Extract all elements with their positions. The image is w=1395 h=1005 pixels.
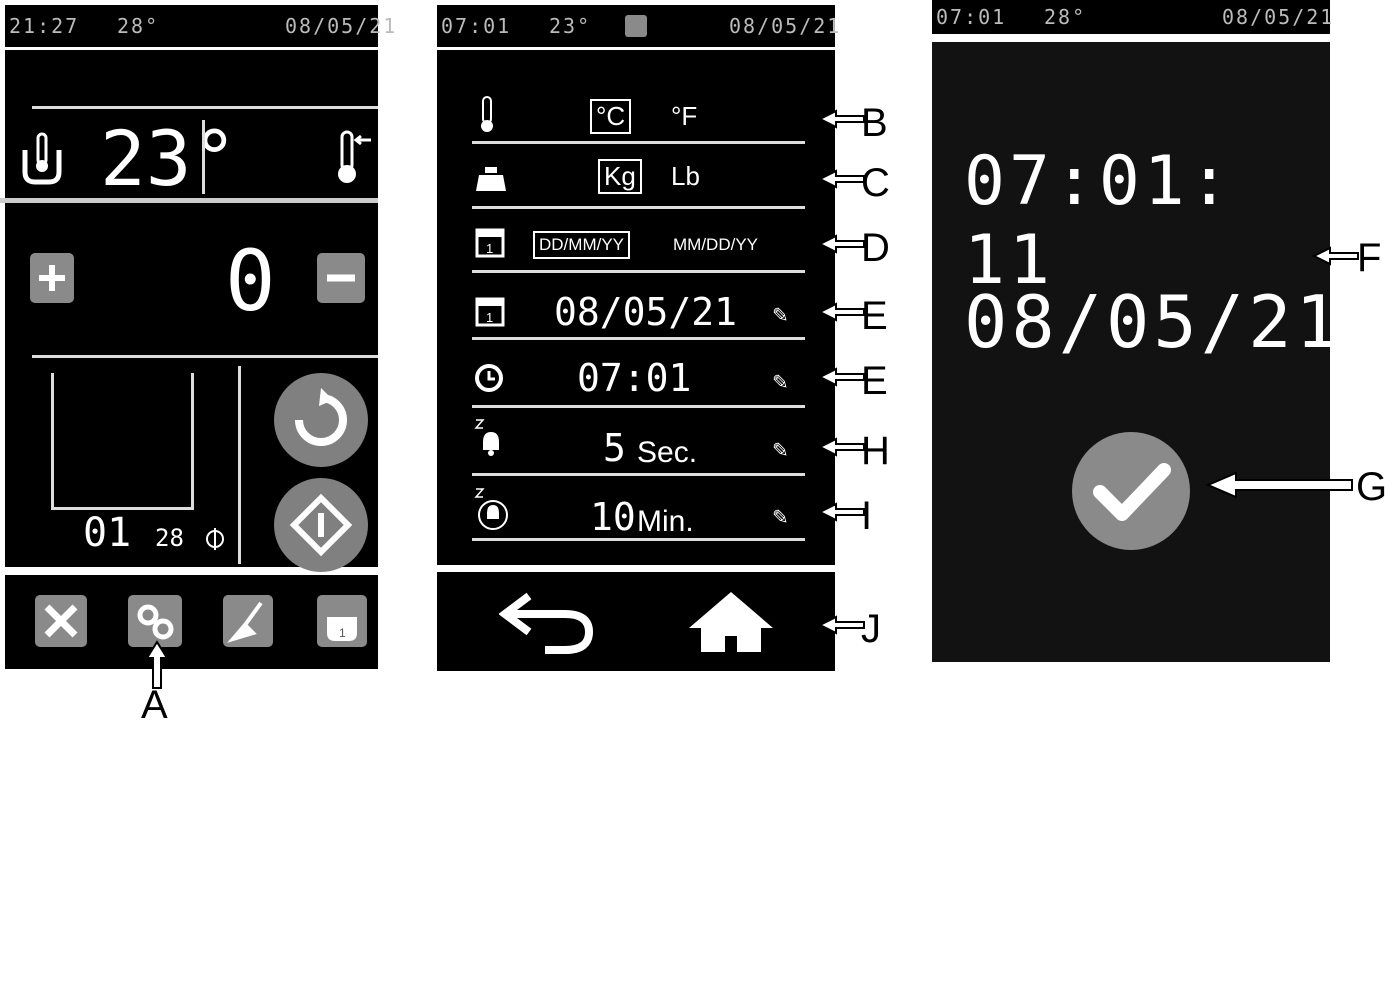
edit-alarm-pencil-icon[interactable]: ✎ <box>772 438 789 463</box>
callout-e-date: E <box>861 294 888 338</box>
panel1-status-bar: 21:27 28° 08/05/21 <box>5 5 395 47</box>
home-icon[interactable] <box>685 590 777 654</box>
tank-temperature: 23° <box>100 114 238 203</box>
settings-gears-icon <box>625 15 647 37</box>
alarm-duration-value: 5 <box>603 426 626 470</box>
divider <box>472 538 805 541</box>
callout-d: D <box>861 226 890 270</box>
edit-repeat-pencil-icon[interactable]: ✎ <box>772 505 789 530</box>
recipe-button[interactable]: 1 <box>317 595 367 647</box>
callout-arrow-g <box>1206 471 1353 499</box>
check-icon <box>1093 463 1171 521</box>
clock-icon <box>475 364 503 392</box>
repeat-interval-value: 10 <box>590 495 636 539</box>
divider <box>472 473 805 476</box>
panel2-status-bar: 07:01 23° 08/05/21 <box>437 5 839 47</box>
callout-f: F <box>1357 236 1382 280</box>
status-date: 08/05/21 <box>285 14 398 38</box>
panel2-settings-screen: °C °F Kg Lb 1 DD/MM/YY MM/DD/YY 1 08/05/… <box>437 50 835 565</box>
status-time: 21:27 <box>9 14 80 38</box>
panel3-status-bar: 07:01 28° 08/05/21 <box>932 0 1332 34</box>
svg-text:1: 1 <box>339 626 346 640</box>
counter-value: 0 <box>225 232 276 330</box>
callout-i: I <box>861 494 873 538</box>
fahrenheit-option[interactable]: °F <box>671 101 697 132</box>
celsius-option[interactable]: °C <box>590 99 632 134</box>
reset-icon <box>295 388 347 446</box>
panel1-main-screen: 23° 0 01 28 <box>0 50 378 572</box>
container-outline <box>51 373 194 510</box>
tools-icon <box>44 604 78 638</box>
repeat-alarm-icon <box>474 488 508 530</box>
status-temp: 28° <box>117 14 160 38</box>
callout-b: B <box>861 101 888 145</box>
alarm-duration-unit: Sec. <box>637 436 698 469</box>
plus-button[interactable] <box>30 253 74 303</box>
weight-icon <box>476 167 506 191</box>
program-number: 01 <box>83 510 132 556</box>
alarm-bell-icon <box>474 419 499 456</box>
divider <box>238 366 241 564</box>
date-format-mdy-option[interactable]: MM/DD/YY <box>673 235 758 255</box>
status-time: 07:01 <box>936 5 1007 29</box>
panel2-bottom-bar <box>437 572 835 671</box>
divider <box>0 198 378 203</box>
divider <box>472 337 805 340</box>
kilogram-option[interactable]: Kg <box>598 159 642 194</box>
diameter-icon <box>206 528 224 550</box>
callout-e-time: E <box>861 359 888 403</box>
thermometer-arrow-icon <box>338 130 371 183</box>
divider <box>472 405 805 408</box>
date-value: 08/05/21 <box>554 290 738 334</box>
confirm-button[interactable] <box>1072 432 1190 550</box>
calendar-icon: 1 <box>475 228 505 258</box>
callout-arrow-f <box>1312 246 1359 266</box>
small-value: 28 <box>155 524 184 552</box>
reset-button[interactable] <box>274 373 368 467</box>
clock-time: 07:01: 11 <box>964 142 1234 300</box>
callout-a: A <box>141 683 168 727</box>
callout-h: H <box>861 429 890 473</box>
panel1-bottom-bar: 1 <box>5 575 378 669</box>
start-icon <box>289 493 353 557</box>
status-date: 08/05/21 <box>1222 5 1335 29</box>
status-temp: 28° <box>1044 5 1087 29</box>
start-button[interactable] <box>274 478 368 572</box>
back-icon[interactable] <box>499 590 599 654</box>
tools-button[interactable] <box>35 595 87 647</box>
edit-time-pencil-icon[interactable]: ✎ <box>772 370 789 395</box>
divider <box>472 270 805 273</box>
container-temp-icon <box>22 132 62 185</box>
callout-c: C <box>861 161 890 205</box>
calendar-icon: 1 <box>475 297 505 327</box>
minus-button[interactable] <box>317 253 365 303</box>
callout-g: G <box>1356 465 1388 509</box>
status-time: 07:01 <box>441 14 512 38</box>
divider <box>202 120 205 194</box>
status-temp: 23° <box>549 14 592 38</box>
svg-text:1: 1 <box>486 310 493 325</box>
date-format-dmy-option[interactable]: DD/MM/YY <box>533 231 630 259</box>
time-value: 07:01 <box>577 356 692 400</box>
clock-date: 08/05/21 <box>964 280 1343 364</box>
svg-text:1: 1 <box>486 241 493 256</box>
divider <box>472 141 805 144</box>
thermometer-icon <box>481 96 493 132</box>
cleaning-icon <box>227 601 263 643</box>
divider <box>472 206 805 209</box>
repeat-interval-unit: Min. <box>637 505 694 538</box>
panel3-clock-screen: 07:01: 11 08/05/21 <box>932 42 1339 662</box>
cleaning-button[interactable] <box>223 595 273 647</box>
callout-j: J <box>861 607 881 651</box>
recipe-icon: 1 <box>327 617 357 641</box>
status-date: 08/05/21 <box>729 14 842 38</box>
pound-option[interactable]: Lb <box>671 161 700 192</box>
divider <box>32 355 378 358</box>
edit-date-pencil-icon[interactable]: ✎ <box>772 303 789 328</box>
divider <box>32 106 378 109</box>
